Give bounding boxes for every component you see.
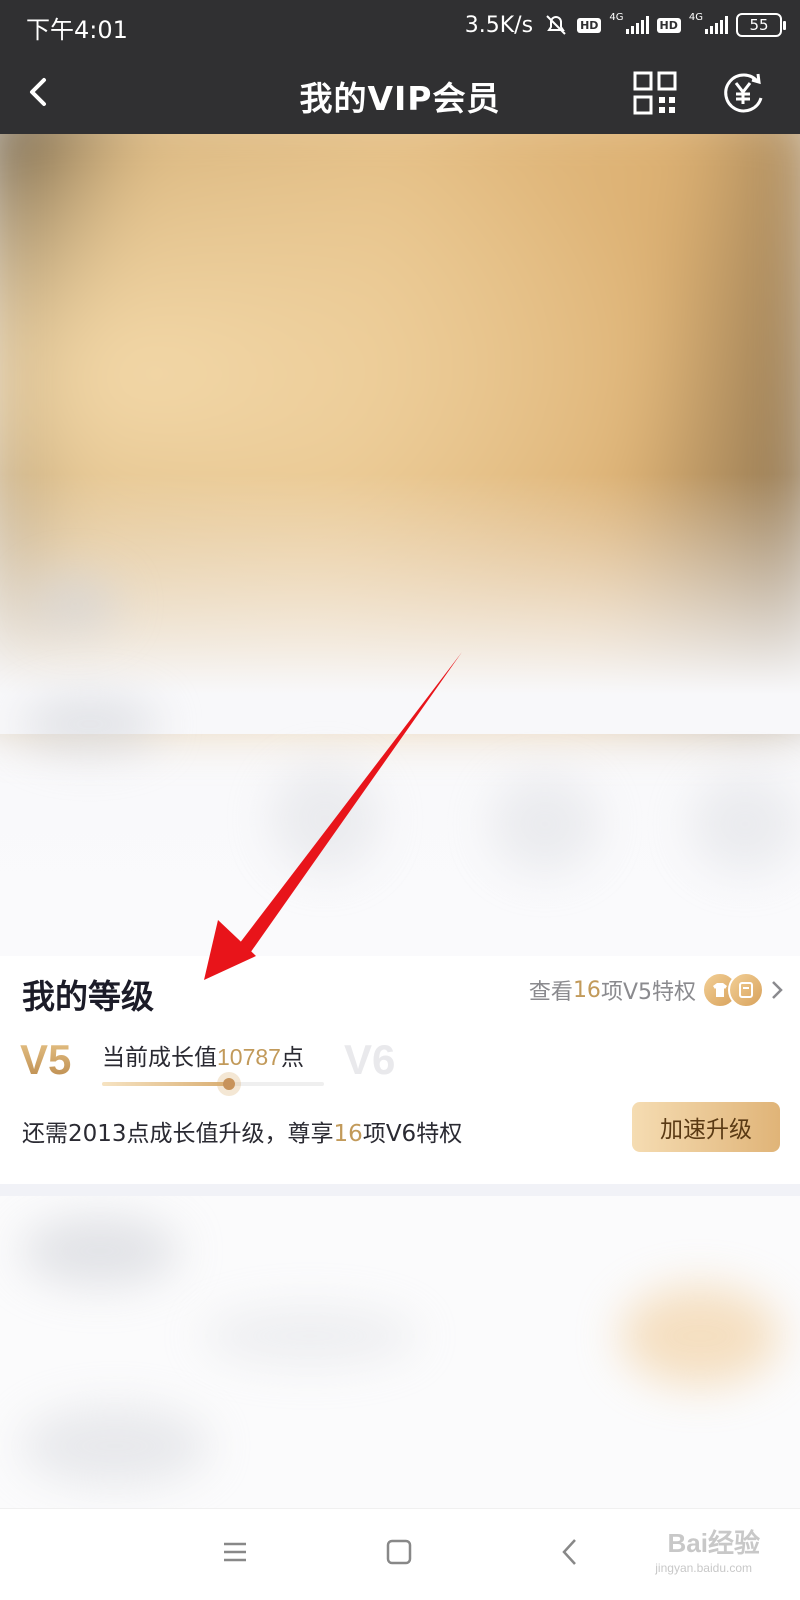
upgrade-prefix: 还需2013点成长值升级，尊享 [22, 1121, 334, 1147]
privilege-count: 16 [572, 977, 601, 1003]
growth-progress-fill [102, 1082, 229, 1086]
mute-bell-icon [546, 15, 566, 35]
watermark-url: jingyan.baidu.com [655, 1561, 752, 1575]
watermark-logo: Bai经验 [667, 1528, 760, 1558]
growth-progress-bar [102, 1072, 324, 1096]
level-section-title: 我的等级 [22, 977, 154, 1016]
nav-bar: 我的VIP会员 [0, 50, 800, 134]
my-level-section: 我的等级 查看 16 项V5特权 V5 当前成长值10787点 V6 还需201… [0, 956, 800, 1184]
section-divider [0, 1184, 800, 1196]
status-time: 下午4:01 [26, 16, 128, 44]
chevron-right-icon [772, 981, 783, 999]
privilege-suffix: 项V5特权 [600, 980, 696, 1005]
signal-icon-2 [705, 16, 728, 34]
signal-icon-1 [625, 16, 649, 34]
blurred-content [20, 1406, 210, 1486]
blurred-content [20, 1216, 180, 1286]
speed-up-upgrade-button[interactable]: 加速升级 [632, 1102, 780, 1152]
battery-icon: 55 [736, 13, 786, 37]
blurred-content [200, 1306, 420, 1366]
square-home-icon[interactable] [386, 1539, 412, 1565]
blurred-member-card-area [0, 134, 800, 956]
growth-suffix: 点 [280, 1045, 304, 1071]
qr-code-icon[interactable] [632, 70, 678, 116]
view-privileges-link[interactable]: 查看 16 项V5特权 [529, 970, 784, 1010]
upgrade-suffix: 项V6特权 [362, 1121, 463, 1147]
growth-prefix: 当前成长值 [102, 1045, 217, 1071]
hd-badge-1: HD [577, 17, 602, 33]
back-triangle-icon[interactable] [560, 1537, 580, 1567]
card-icon [728, 972, 764, 1008]
yuan-refresh-icon[interactable] [718, 68, 768, 118]
network-speed: 3.5K/s [464, 12, 534, 38]
system-navigation-bar: Bai经验 jingyan.baidu.com [0, 1508, 800, 1600]
status-icons: 3.5K/s HD 4G HD 4G 55 [464, 9, 786, 41]
network-type-2: 4G [688, 11, 703, 23]
upgrade-requirement-text: 还需2013点成长值升级，尊享16项V6特权 [22, 1114, 462, 1148]
privilege-badges [702, 972, 764, 1008]
privilege-prefix: 查看 [528, 980, 573, 1005]
growth-value: 10787 [217, 1044, 281, 1070]
blurred-content [490, 774, 600, 874]
battery-level: 55 [749, 16, 769, 34]
network-type-1: 4G [609, 11, 624, 23]
blurred-lower-content [0, 1196, 800, 1508]
upgrade-count: 16 [333, 1121, 363, 1147]
status-bar: 下午4:01 3.5K/s HD 4G HD 4G 55 [0, 0, 800, 50]
blurred-content [620, 1286, 780, 1386]
blurred-content [690, 774, 800, 874]
blurred-content [30, 574, 120, 634]
next-level-badge: V6 [344, 1036, 396, 1083]
blurred-content [270, 764, 380, 874]
blur-fade [0, 474, 800, 734]
menu-icon[interactable] [222, 1541, 248, 1563]
hd-badge-2: HD [656, 17, 681, 33]
blurred-content [20, 694, 160, 754]
growth-value-text: 当前成长值10787点 [102, 1038, 304, 1072]
growth-progress-knob [216, 1072, 241, 1096]
current-level-badge: V5 [20, 1036, 72, 1083]
page-title: 我的VIP会员 [299, 79, 501, 118]
